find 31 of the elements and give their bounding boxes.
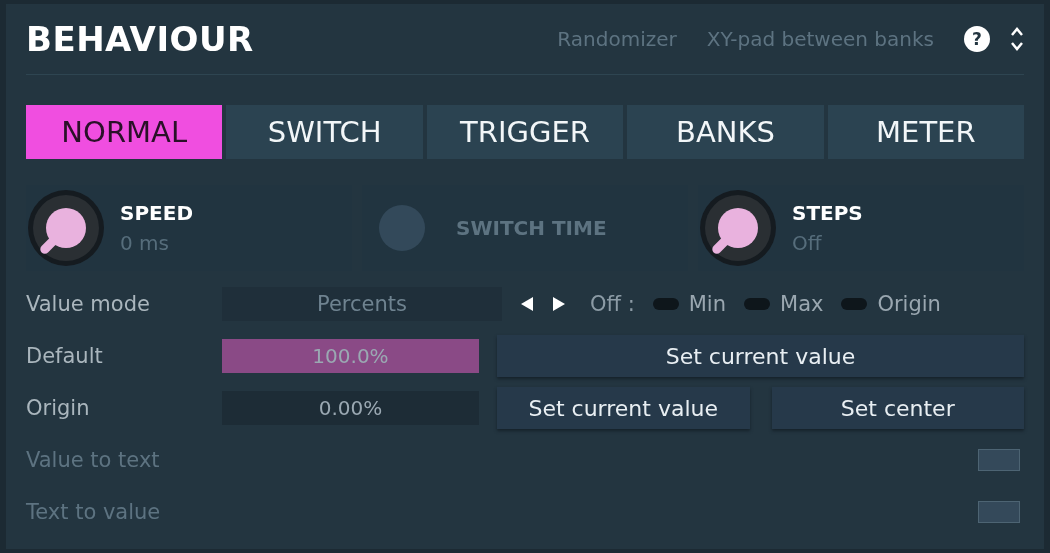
action-button[interactable]: Set current value xyxy=(497,387,750,429)
value-slider[interactable]: 0.00% xyxy=(222,391,479,425)
knob-value: 0 ms xyxy=(120,231,170,255)
previous-arrow-icon[interactable] xyxy=(520,296,534,312)
next-arrow-icon[interactable] xyxy=(552,296,566,312)
help-button[interactable]: ? xyxy=(964,26,990,52)
toggle-button[interactable]: Min xyxy=(652,292,726,316)
tab[interactable]: NORMAL xyxy=(26,105,223,159)
knob-label: SWITCH TIME xyxy=(456,216,607,240)
set-current-value-button[interactable]: Set current value xyxy=(497,335,1024,377)
knob-label: SPEED xyxy=(120,201,193,225)
off-label: Off : xyxy=(590,292,635,316)
tab[interactable]: SWITCH xyxy=(226,105,423,159)
toggle-button[interactable]: Max xyxy=(744,292,824,316)
toggle-button[interactable]: Origin xyxy=(841,292,941,316)
tab[interactable]: TRIGGER xyxy=(426,105,624,159)
row-label: Value to text xyxy=(26,448,161,472)
knob[interactable] xyxy=(26,188,106,268)
expand-collapse-icon[interactable] xyxy=(1010,26,1024,52)
knob-label: STEPS xyxy=(792,201,863,225)
tab[interactable]: BANKS xyxy=(627,105,824,159)
tab[interactable]: METER xyxy=(827,105,1025,159)
action-button[interactable]: Set center xyxy=(771,387,1024,429)
row-label: Default xyxy=(26,344,104,368)
panel-title: BEHAVIOUR xyxy=(26,19,254,59)
row-label: Value mode xyxy=(26,292,151,316)
value-mode-field[interactable]: Percents xyxy=(222,287,502,321)
knob-value: Off xyxy=(792,231,823,255)
row-label: Origin xyxy=(26,396,91,420)
knob[interactable] xyxy=(698,188,778,268)
row-label: Text to value xyxy=(26,500,162,524)
